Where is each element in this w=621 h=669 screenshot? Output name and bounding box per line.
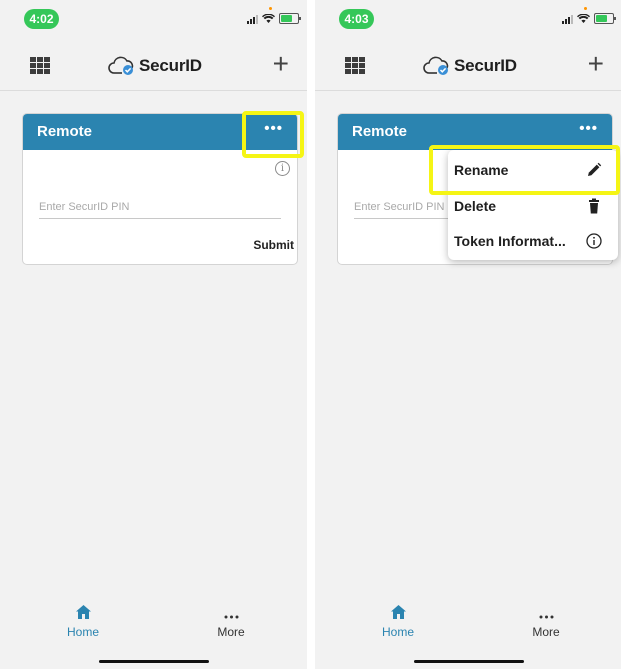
more-options-button[interactable]: ••• <box>579 120 598 137</box>
home-icon <box>75 605 91 619</box>
apps-grid-icon[interactable] <box>345 57 365 74</box>
signal-icon <box>247 14 258 24</box>
privacy-indicator-dot <box>269 7 272 10</box>
securid-logo: SecurID <box>108 53 202 79</box>
wifi-icon <box>262 14 275 23</box>
privacy-indicator-dot <box>584 7 587 10</box>
app-header: SecurID + <box>0 42 307 91</box>
status-icons <box>562 12 616 24</box>
phone-screen-left: 4:02 SecurID + Remote ••• i Submit Home … <box>0 0 307 669</box>
cloud-check-icon <box>108 56 134 75</box>
app-name: SecurID <box>139 56 202 75</box>
menu-item-label: Delete <box>454 198 497 214</box>
menu-item-token-information[interactable]: Token Informat... <box>448 223 618 259</box>
status-bar: 4:02 <box>0 0 307 36</box>
highlight-more-button <box>242 111 304 158</box>
info-icon[interactable]: i <box>275 161 290 176</box>
securid-logo: SecurID <box>423 53 517 79</box>
more-dots-icon <box>224 615 238 619</box>
tab-home-label: Home <box>381 625 414 639</box>
signal-icon <box>562 14 573 24</box>
home-indicator <box>413 660 524 663</box>
app-name: SecurID <box>454 56 517 75</box>
status-time: 4:02 <box>24 9 59 29</box>
menu-item-label: Token Informat... <box>454 233 566 249</box>
cloud-check-icon <box>423 56 449 75</box>
tab-more-label: More <box>217 625 245 639</box>
token-name: Remote <box>352 123 408 140</box>
apps-grid-icon[interactable] <box>30 57 50 74</box>
token-name: Remote <box>37 123 93 140</box>
tab-bar: Home More <box>0 599 307 669</box>
home-icon <box>390 605 406 619</box>
home-indicator <box>98 660 209 663</box>
trash-icon <box>589 198 599 214</box>
tab-home[interactable]: Home <box>43 599 123 639</box>
status-bar: 4:03 <box>315 0 621 36</box>
battery-icon <box>279 13 301 24</box>
pin-input[interactable] <box>39 196 281 219</box>
wifi-icon <box>577 14 590 23</box>
add-token-button[interactable]: + <box>273 50 289 78</box>
more-dots-icon <box>539 615 553 619</box>
status-icons <box>247 12 301 24</box>
add-token-button[interactable]: + <box>588 50 604 78</box>
tab-more[interactable]: More <box>191 599 271 639</box>
status-time: 4:03 <box>339 9 374 29</box>
info-icon <box>586 233 602 249</box>
tab-more[interactable]: More <box>506 599 586 639</box>
tab-home[interactable]: Home <box>358 599 438 639</box>
tab-home-label: Home <box>66 625 99 639</box>
tab-bar: Home More <box>315 599 621 669</box>
battery-icon <box>594 13 616 24</box>
submit-button[interactable]: Submit <box>253 238 294 252</box>
tab-more-label: More <box>532 625 560 639</box>
highlight-rename-item <box>429 145 620 195</box>
app-header: SecurID + <box>315 42 621 91</box>
phone-screen-right: 4:03 SecurID + Remote ••• Home More <box>315 0 621 669</box>
